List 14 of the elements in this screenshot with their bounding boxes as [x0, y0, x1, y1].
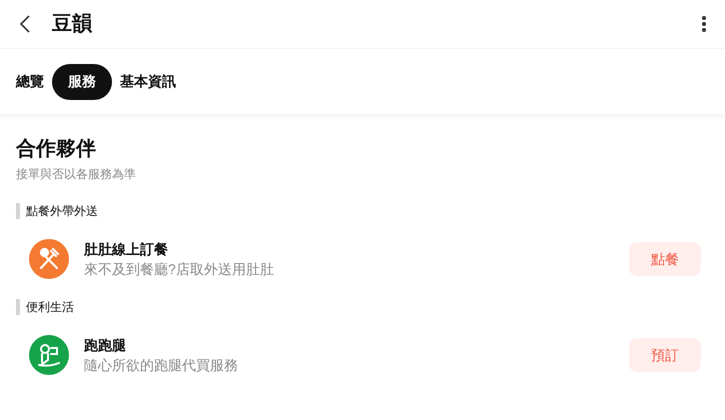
service-description: 來不及到餐廳?店取外送用肚肚 — [84, 260, 275, 279]
more-icon[interactable] — [701, 15, 707, 33]
category-heading: 便利生活 — [16, 299, 709, 315]
service-description: 隨心所欲的跑腿代買服務 — [84, 356, 239, 375]
service-name: 肚肚線上訂餐 — [84, 240, 169, 259]
category-heading: 點餐外帶外送 — [16, 203, 709, 219]
tab[interactable]: 總覽 — [16, 64, 44, 100]
tab[interactable]: 服務 — [52, 64, 112, 100]
section-subtitle: 接單與否以各服務為準 — [16, 166, 137, 183]
tab[interactable]: 基本資訊 — [120, 64, 176, 100]
service-name: 跑跑腿 — [84, 336, 127, 355]
back-icon[interactable] — [18, 14, 32, 34]
section-title: 合作夥伴 — [16, 137, 97, 162]
page-title: 豆韻 — [52, 12, 92, 37]
